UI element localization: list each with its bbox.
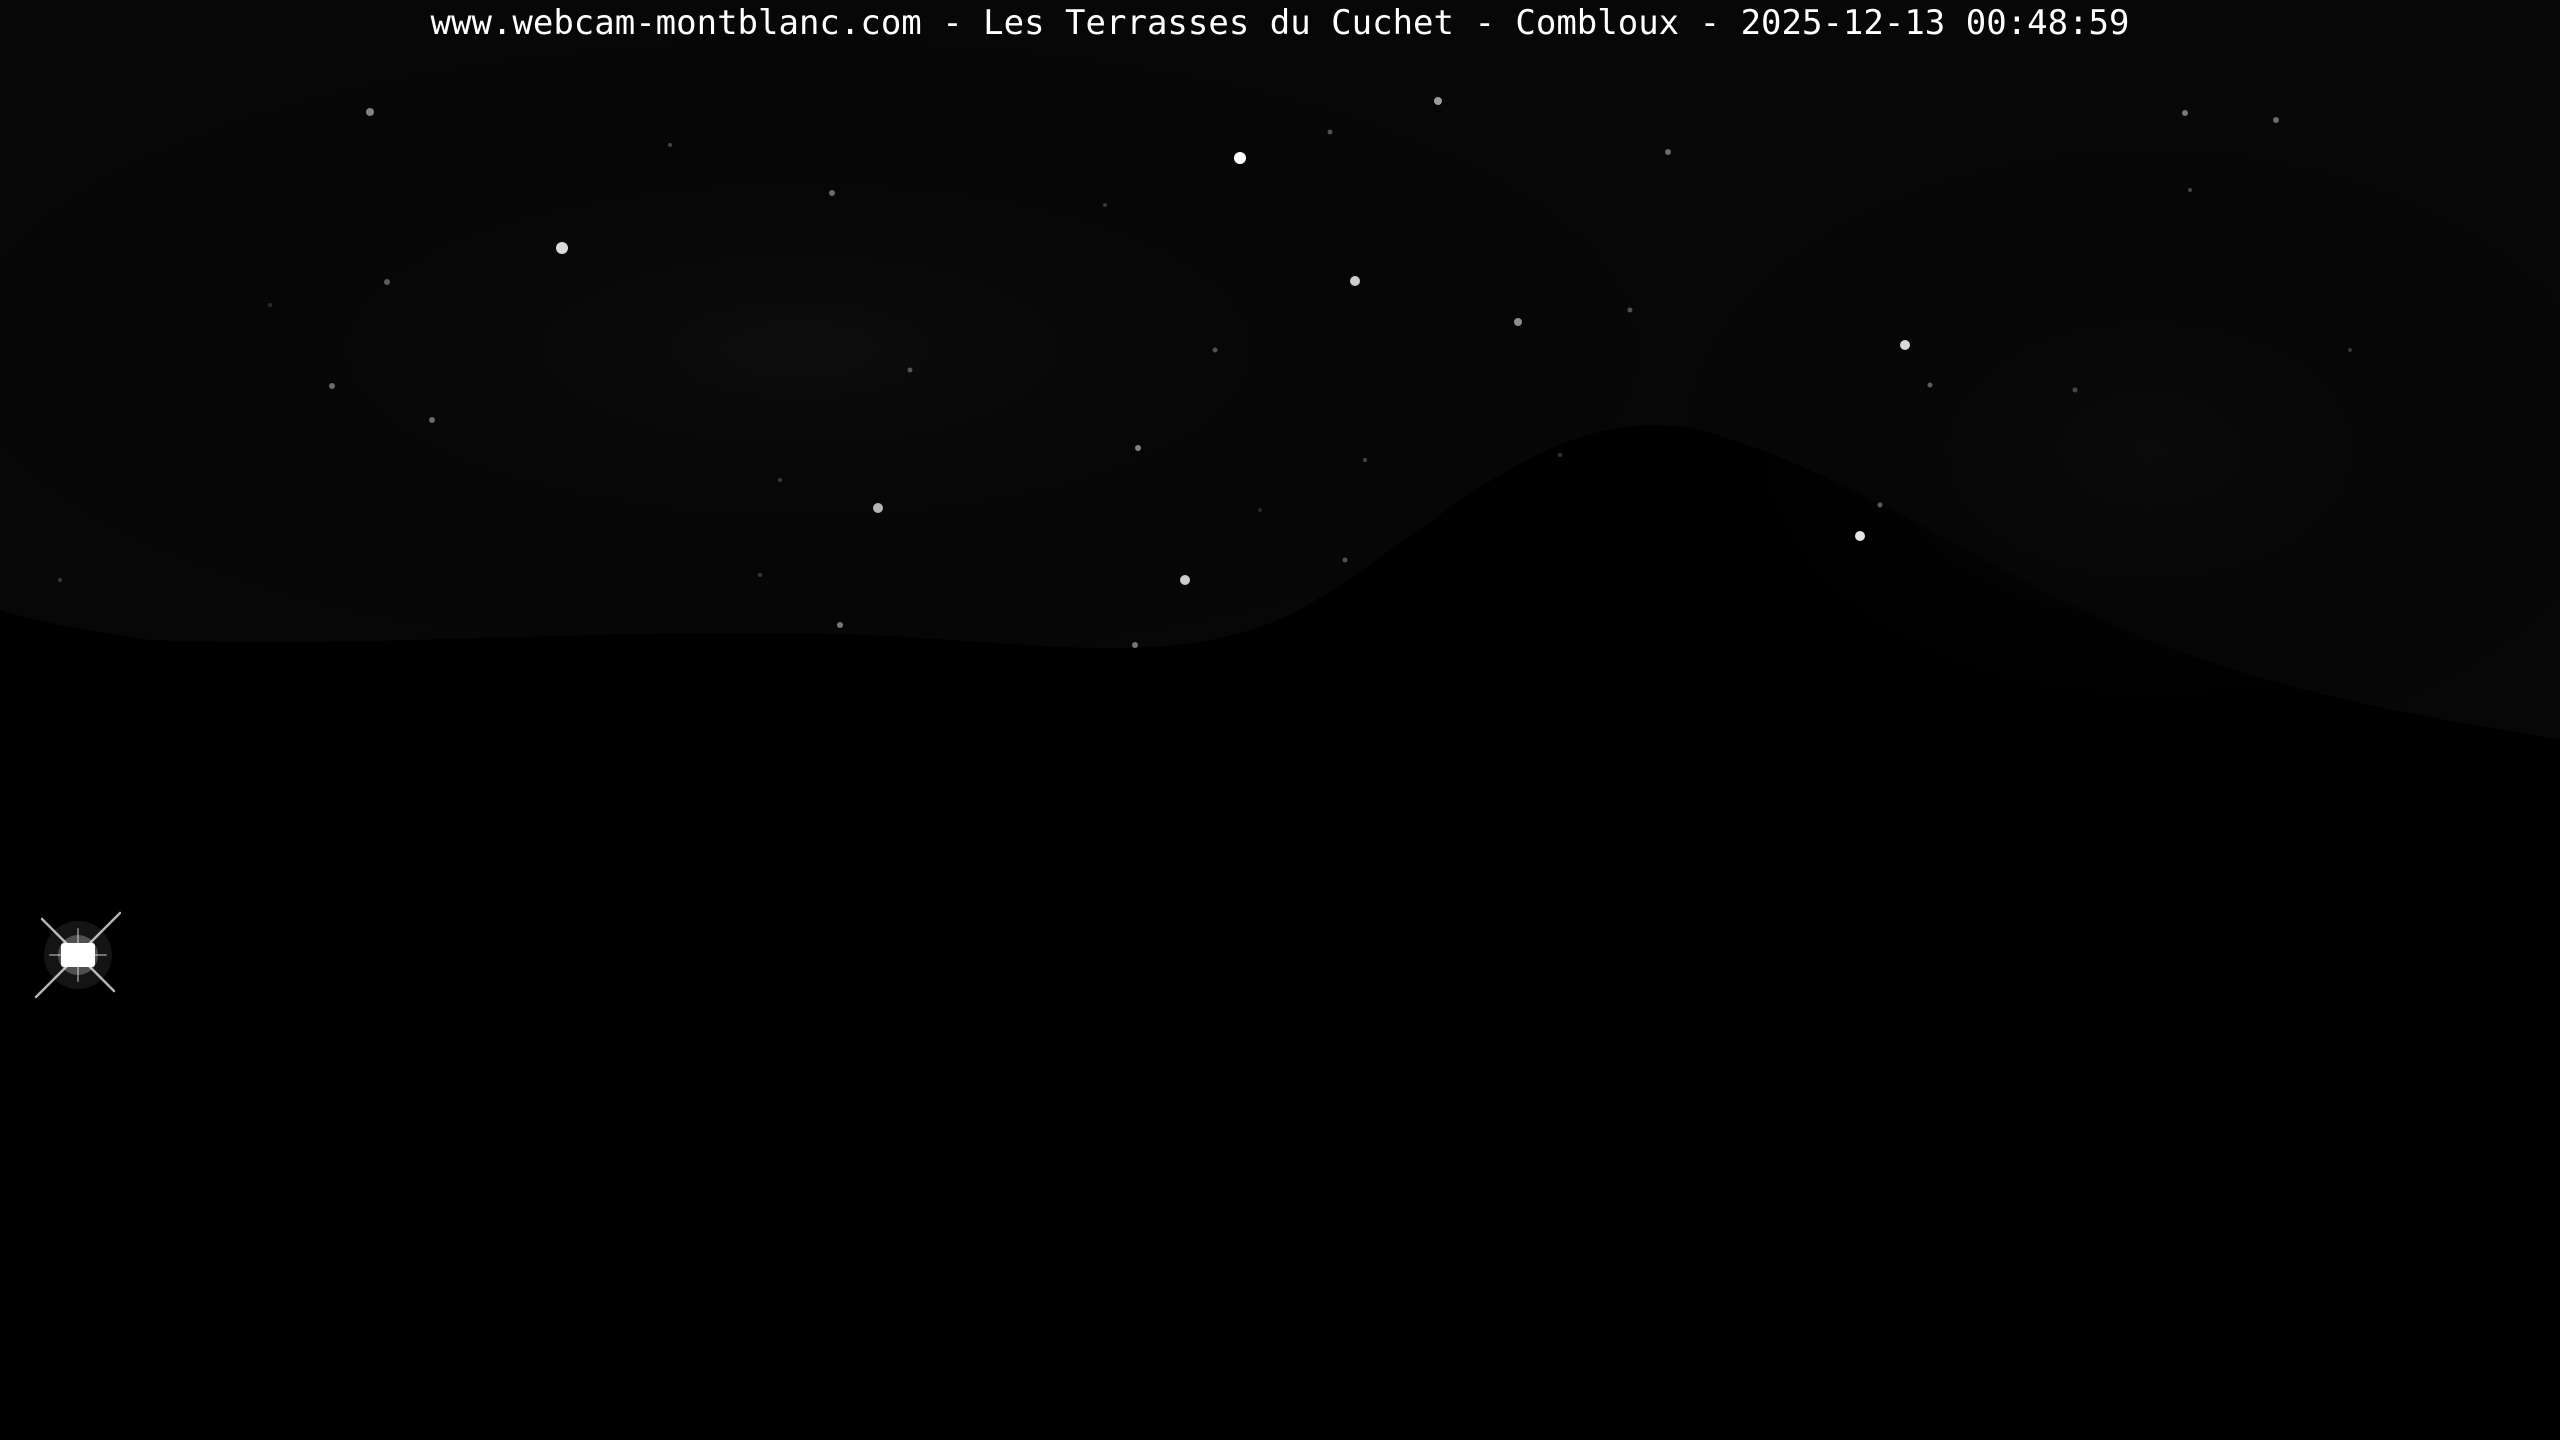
star [1103, 203, 1107, 207]
star [366, 108, 374, 116]
star [268, 303, 272, 307]
star [837, 622, 843, 628]
star [1350, 276, 1360, 286]
star [2182, 110, 2188, 116]
star-field [34, 97, 2352, 999]
star [1327, 129, 1333, 135]
star [329, 383, 335, 389]
star [873, 503, 883, 513]
bright-light-flare [34, 911, 122, 999]
star [1132, 642, 1138, 648]
star [384, 279, 390, 285]
star [2188, 188, 2192, 192]
star [429, 417, 435, 423]
star [1234, 152, 1246, 164]
star [1180, 575, 1190, 585]
star [1514, 318, 1522, 326]
star [1342, 557, 1348, 563]
star [1558, 453, 1562, 457]
star [1665, 149, 1671, 155]
star [1363, 458, 1367, 462]
star [1212, 347, 1218, 353]
star [778, 478, 782, 482]
star [1855, 531, 1865, 541]
star [1258, 508, 1262, 512]
webcam-night-view: www.webcam-montblanc.com - Les Terrasses… [0, 0, 2560, 1440]
star [58, 578, 62, 582]
star [2273, 117, 2279, 123]
star [668, 143, 672, 147]
star [2072, 387, 2078, 393]
star [1900, 340, 1910, 350]
star [1877, 502, 1883, 508]
star [758, 573, 762, 577]
star [829, 190, 835, 196]
star [556, 242, 568, 254]
webcam-caption: www.webcam-montblanc.com - Les Terrasses… [430, 3, 2130, 43]
star [1627, 307, 1633, 313]
star [1927, 382, 1933, 388]
star [1434, 97, 1442, 105]
star [2348, 348, 2352, 352]
star [1135, 445, 1141, 451]
star [907, 367, 913, 373]
